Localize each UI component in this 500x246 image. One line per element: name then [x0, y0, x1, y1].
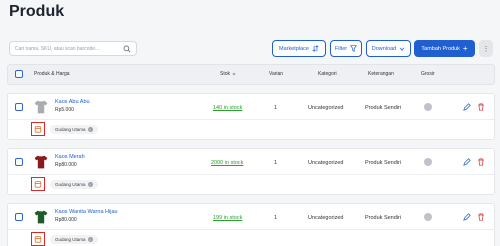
stock-link[interactable]: 2000 in stock: [211, 160, 243, 166]
category: Uncategorized: [308, 160, 344, 166]
header-stock[interactable]: Stok: [220, 71, 236, 77]
row-divider: [8, 174, 494, 175]
table-row: Kaos Abu Abu Rp5.000 140 in stock 1 Unca…: [7, 93, 495, 140]
sort-icon: [312, 45, 319, 52]
box-icon: [34, 181, 42, 188]
edit-icon[interactable]: [463, 158, 471, 166]
warehouse-button[interactable]: [31, 177, 45, 191]
edit-icon[interactable]: [463, 103, 471, 111]
download-label: Download: [371, 45, 397, 52]
warehouse-tag: Gudang Utama i: [50, 235, 98, 244]
warehouse-tag: Gudang Utama i: [50, 180, 98, 189]
header-wholesale: Grosir: [421, 71, 435, 77]
product-price: Rp80.000: [55, 217, 77, 223]
more-icon: ⋮: [482, 45, 490, 53]
header-product: Produk & Harga: [34, 71, 70, 77]
notes: Produk Sendiri: [365, 105, 402, 111]
row-checkbox[interactable]: [15, 103, 23, 111]
edit-icon[interactable]: [463, 213, 471, 221]
wholesale-status-indicator: [424, 213, 432, 221]
category: Uncategorized: [308, 105, 344, 111]
box-icon: [34, 236, 42, 243]
trash-icon[interactable]: [477, 158, 485, 166]
table-header: Produk & Harga Stok Varian Kategori Kete…: [7, 64, 495, 85]
table-row: Kaos Wanita Warna Hijau Rp80.000 199 in …: [7, 203, 495, 246]
search-input[interactable]: [15, 45, 115, 52]
product-name[interactable]: Kaos Abu Abu: [55, 99, 90, 105]
search-icon: [123, 45, 131, 52]
page-title: Produk: [9, 3, 65, 20]
box-icon: [34, 126, 42, 133]
variant-count: 1: [274, 215, 278, 221]
variant-count: 1: [274, 105, 278, 111]
marketplace-button[interactable]: Marketplace: [272, 40, 326, 57]
header-stock-label: Stok: [220, 71, 231, 77]
header-notes: Keterangan: [368, 71, 394, 77]
tshirt-thumbnail: [34, 155, 48, 169]
marketplace-label: Marketplace: [279, 45, 309, 52]
add-product-button[interactable]: Tambah Produk +: [414, 40, 475, 57]
notes: Produk Sendiri: [365, 215, 402, 221]
variant-count: 1: [274, 160, 278, 166]
trash-icon[interactable]: [477, 103, 485, 111]
plus-icon: +: [462, 43, 468, 53]
row-checkbox[interactable]: [15, 213, 23, 221]
filter-label: Filter: [334, 45, 348, 52]
tshirt-thumbnail: [34, 100, 48, 114]
table-row: Kaos Merah Rp80.000 2000 in stock 1 Unca…: [7, 148, 495, 195]
select-all-checkbox[interactable]: [15, 70, 23, 78]
download-button[interactable]: Download: [366, 40, 411, 57]
warehouse-name: Gudang Utama: [55, 127, 86, 132]
filter-button[interactable]: Filter: [330, 40, 362, 57]
chevron-down-icon: [400, 47, 405, 51]
row-divider: [8, 119, 494, 120]
sort-down-icon: [232, 73, 236, 76]
stock-link[interactable]: 199 in stock: [213, 215, 242, 221]
info-icon[interactable]: i: [87, 182, 93, 187]
product-price: Rp5.000: [55, 107, 74, 113]
info-icon[interactable]: i: [87, 237, 93, 242]
products-page: Produk Marketplace Filter Download Tamba…: [0, 0, 500, 246]
tshirt-thumbnail: [34, 210, 48, 224]
warehouse-button[interactable]: [31, 232, 45, 246]
wholesale-status-indicator: [424, 103, 432, 111]
products-table: Produk & Harga Stok Varian Kategori Kete…: [7, 64, 495, 246]
filter-icon: [350, 45, 358, 52]
stock-link[interactable]: 140 in stock: [213, 105, 242, 111]
wholesale-status-indicator: [424, 158, 432, 166]
warehouse-button[interactable]: [31, 122, 45, 136]
notes: Produk Sendiri: [365, 160, 402, 166]
search-box[interactable]: [9, 41, 137, 56]
header-variants: Varian: [269, 71, 284, 77]
trash-icon[interactable]: [477, 213, 485, 221]
category: Uncategorized: [308, 215, 344, 221]
info-icon[interactable]: i: [87, 127, 93, 132]
more-options-button[interactable]: ⋮: [479, 40, 493, 57]
warehouse-name: Gudang Utama: [55, 182, 86, 187]
row-checkbox[interactable]: [15, 158, 23, 166]
warehouse-name: Gudang Utama: [55, 237, 86, 242]
add-product-label: Tambah Produk: [421, 45, 460, 52]
warehouse-tag: Gudang Utama i: [50, 125, 98, 134]
product-name[interactable]: Kaos Wanita Warna Hijau: [55, 209, 118, 215]
product-name[interactable]: Kaos Merah: [55, 154, 85, 160]
product-price: Rp80.000: [55, 162, 77, 168]
row-divider: [8, 229, 494, 230]
header-category: Kategori: [318, 71, 337, 77]
